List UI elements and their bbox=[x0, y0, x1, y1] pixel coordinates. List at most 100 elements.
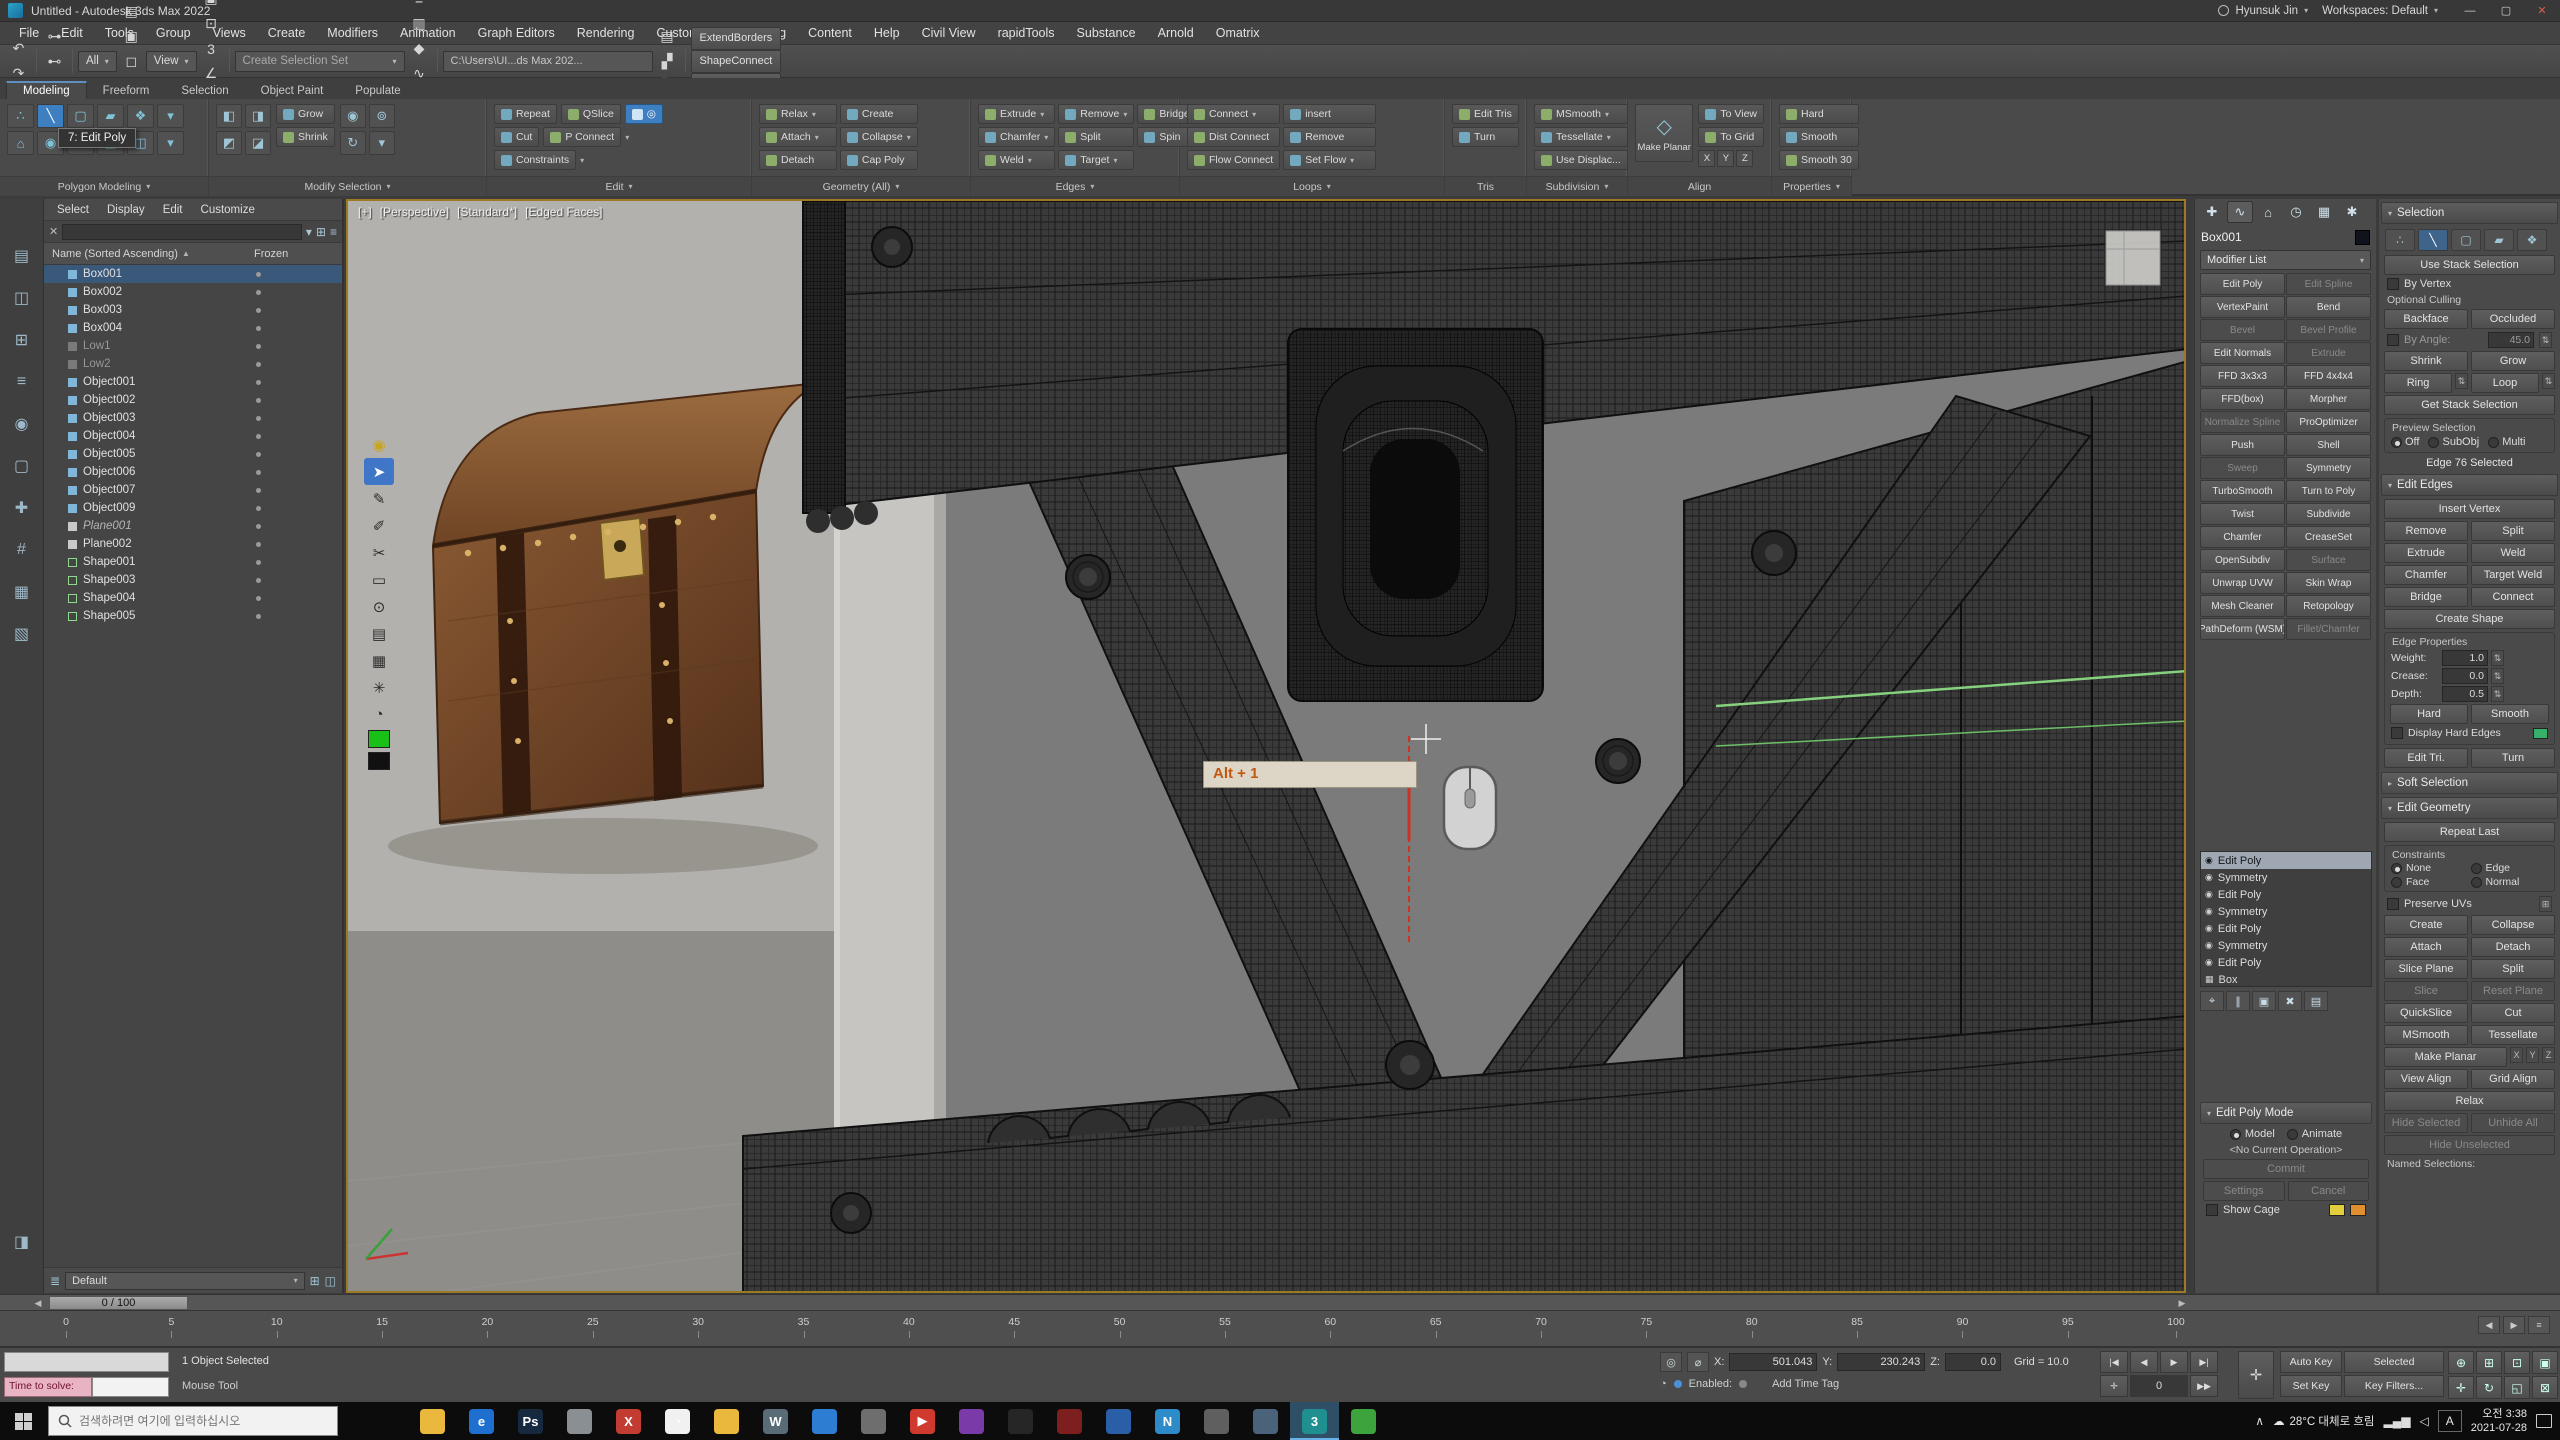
scene-object-row[interactable]: Object002 bbox=[44, 391, 342, 409]
taskbar-app-button[interactable]: 3 bbox=[1290, 1402, 1339, 1440]
visibility-icon[interactable]: ◉ bbox=[2205, 855, 2213, 866]
grow-button[interactable]: Grow bbox=[2471, 351, 2555, 371]
modifier-button[interactable]: Edit Normals bbox=[2200, 342, 2285, 364]
toolbar-icon[interactable]: ↶ bbox=[6, 36, 31, 61]
modifier-button[interactable]: Turn to Poly bbox=[2286, 480, 2371, 502]
preview-multi-radio[interactable]: Multi bbox=[2488, 436, 2525, 448]
taskbar-app-button[interactable] bbox=[408, 1402, 457, 1440]
toolbar-icon[interactable]: ▤ bbox=[119, 0, 144, 24]
shrink-loop-icon[interactable]: ◪ bbox=[245, 131, 271, 155]
ribbon-button[interactable]: Target▾ bbox=[1058, 150, 1134, 170]
scene-object-row[interactable]: Object003 bbox=[44, 409, 342, 427]
viewport-header-label[interactable]: [+] bbox=[358, 205, 372, 219]
taskbar-app-button[interactable] bbox=[555, 1402, 604, 1440]
frozen-dot-icon[interactable] bbox=[256, 308, 261, 313]
toolbar-icon[interactable]: ▥ bbox=[407, 11, 432, 36]
next-key-icon[interactable]: ▶ bbox=[2503, 1316, 2525, 1334]
scene-object-row[interactable]: Low2 bbox=[44, 355, 342, 373]
display-hard-edges-checkbox[interactable] bbox=[2391, 727, 2403, 739]
set-key-button[interactable]: Set Key bbox=[2280, 1375, 2342, 1397]
auto-key-button[interactable]: Auto Key bbox=[2280, 1351, 2342, 1373]
ribbon-button[interactable]: insert▾ bbox=[1283, 104, 1376, 124]
ribbon-panel-label[interactable]: Geometry (All)▾ bbox=[752, 176, 970, 196]
occluded-button[interactable]: Occluded bbox=[2471, 309, 2555, 329]
command-panel-tab-icon[interactable]: ▦ bbox=[2311, 201, 2337, 223]
modifier-button[interactable]: Chamfer bbox=[2200, 526, 2285, 548]
taskbar-app-button[interactable] bbox=[702, 1402, 751, 1440]
toolbar-icon[interactable]: ▣ bbox=[199, 0, 224, 11]
command-panel-tab-icon[interactable]: ✚ bbox=[2199, 201, 2225, 223]
isolate-selection-icon[interactable]: ◎ bbox=[1660, 1352, 1682, 1372]
ribbon-button[interactable]: Edit Tris bbox=[1452, 104, 1519, 124]
preview-off-radio[interactable]: Off bbox=[2391, 436, 2419, 448]
side-tool-icon[interactable]: ✚ bbox=[2, 487, 42, 529]
ribbon-panel-label[interactable]: Edges▾ bbox=[971, 176, 1179, 196]
panel-button[interactable]: Create bbox=[2384, 915, 2468, 935]
frozen-dot-icon[interactable] bbox=[256, 290, 261, 295]
ime-indicator[interactable]: A bbox=[2438, 1410, 2462, 1432]
grow-button[interactable]: Grow bbox=[276, 104, 335, 124]
progressive-display-dot[interactable] bbox=[1674, 1380, 1682, 1388]
taskbar-app-button[interactable] bbox=[996, 1402, 1045, 1440]
taskbar-app-button[interactable] bbox=[947, 1402, 996, 1440]
maximize-button[interactable]: ▢ bbox=[2488, 0, 2524, 21]
make-unique-icon[interactable]: ▣ bbox=[2252, 991, 2276, 1011]
viewport-header-label[interactable]: [Perspective] bbox=[380, 205, 449, 219]
z-coordinate-field[interactable]: 0.0 bbox=[1945, 1353, 2001, 1371]
panel-button[interactable]: Hide Unselected bbox=[2384, 1135, 2555, 1155]
planar-z-button[interactable]: Z bbox=[2542, 1047, 2555, 1063]
overlay-tool-icon[interactable]: ▭ bbox=[364, 566, 394, 593]
menu-item[interactable]: Arnold bbox=[1147, 22, 1205, 44]
object-color-swatch[interactable] bbox=[2355, 230, 2370, 245]
project-path-field[interactable]: C:\Users\UI...ds Max 202... bbox=[443, 51, 653, 72]
frozen-dot-icon[interactable] bbox=[256, 488, 261, 493]
ring-spinner[interactable]: ⇅ bbox=[2455, 373, 2468, 389]
command-panel-tab-icon[interactable]: ◷ bbox=[2283, 201, 2309, 223]
panel-button[interactable]: Unhide All bbox=[2471, 1113, 2555, 1133]
macro-script-button[interactable]: ShapeConnect bbox=[691, 50, 782, 73]
planar-x-button[interactable]: X bbox=[2510, 1047, 2523, 1063]
side-tool-icon[interactable]: ◉ bbox=[2, 403, 42, 445]
to-view-button[interactable]: To View bbox=[1698, 104, 1764, 124]
ribbon-button[interactable]: Tessellate▾ bbox=[1534, 127, 1628, 147]
viewport-nav-icon[interactable]: ▣ bbox=[2532, 1351, 2558, 1374]
preview-subobj-radio[interactable]: SubObj bbox=[2428, 436, 2479, 448]
panel-button[interactable]: Detach bbox=[2471, 937, 2555, 957]
turn-button[interactable]: Turn bbox=[2471, 748, 2555, 768]
taskbar-app-button[interactable]: W bbox=[751, 1402, 800, 1440]
slider-next-arrow[interactable]: ▶ bbox=[2174, 1296, 2190, 1310]
frozen-dot-icon[interactable] bbox=[256, 272, 261, 277]
scene-object-row[interactable]: Object004 bbox=[44, 427, 342, 445]
visibility-icon[interactable]: ◉ bbox=[2205, 906, 2213, 917]
overlay-tool-icon[interactable]: ◔ bbox=[364, 701, 394, 728]
set-keys-button[interactable]: ✛ bbox=[2238, 1351, 2274, 1399]
viewport-nav-icon[interactable]: ✛ bbox=[2448, 1376, 2474, 1399]
scene-object-row[interactable]: Box001 bbox=[44, 265, 342, 283]
toolbar-icon[interactable]: ▣ bbox=[119, 24, 144, 49]
subobject-mode-icon[interactable]: ▰ bbox=[97, 104, 124, 128]
repeat-button[interactable]: Repeat bbox=[494, 104, 557, 124]
selection-lock-icon[interactable]: ⌀ bbox=[1687, 1352, 1709, 1372]
action-center-icon[interactable] bbox=[2536, 1414, 2552, 1428]
taskbar-app-button[interactable] bbox=[1241, 1402, 1290, 1440]
use-stack-selection-button[interactable]: Use Stack Selection bbox=[2384, 255, 2555, 275]
panel-button[interactable]: Reset Plane bbox=[2471, 981, 2555, 1001]
frozen-dot-icon[interactable] bbox=[256, 578, 261, 583]
ribbon-button[interactable]: Attach▾ bbox=[759, 127, 837, 147]
scene-object-row[interactable]: Low1 bbox=[44, 337, 342, 355]
frozen-dot-icon[interactable] bbox=[256, 560, 261, 565]
modifier-button[interactable]: Symmetry bbox=[2286, 457, 2371, 479]
next-frame-button[interactable]: ▶▶ bbox=[2190, 1375, 2218, 1397]
visibility-icon[interactable]: ◉ bbox=[2205, 923, 2213, 934]
preserve-uvs-checkbox[interactable] bbox=[2387, 898, 2399, 910]
ribbon-button[interactable]: Flow Connect▾ bbox=[1187, 150, 1280, 170]
search-filter-icon[interactable]: ▾ bbox=[306, 225, 312, 239]
ribbon-button[interactable]: Connect▾ bbox=[1187, 104, 1280, 124]
loop-mode-icon[interactable]: ◧ bbox=[216, 104, 242, 128]
ribbon-panel-label[interactable]: Modify Selection▾ bbox=[209, 176, 486, 196]
frozen-dot-icon[interactable] bbox=[256, 434, 261, 439]
spinner-arrows[interactable]: ⇅ bbox=[2491, 650, 2504, 666]
playback-button[interactable]: |◀ bbox=[2100, 1351, 2128, 1373]
modifier-button[interactable]: Morpher bbox=[2286, 388, 2371, 410]
viewport-header-label[interactable]: [Standard*] bbox=[457, 205, 517, 219]
